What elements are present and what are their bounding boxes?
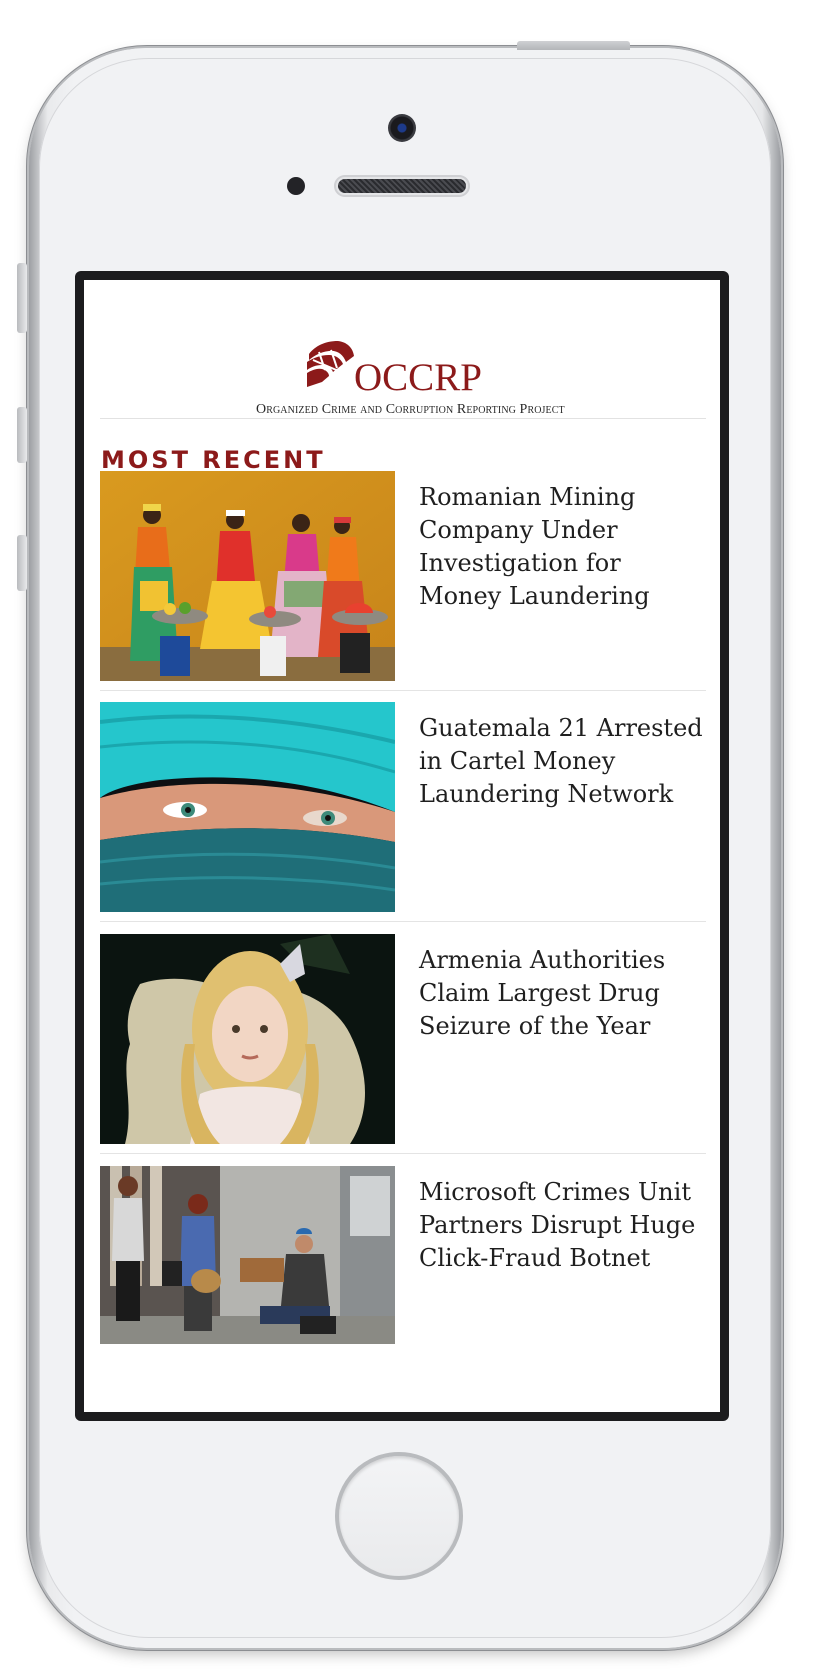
site-logo[interactable]: OCCRP Organized Crime and Corruption Rep… — [84, 340, 720, 420]
article-divider — [100, 690, 706, 691]
article-item[interactable]: Romanian Mining Company Under Investigat… — [100, 471, 706, 691]
women-with-fruit-image — [100, 471, 395, 681]
article-thumbnail[interactable] — [100, 471, 395, 681]
article-headline[interactable]: Guatemala 21 Arrested in Cartel Money La… — [419, 712, 709, 811]
article-thumbnail[interactable] — [100, 1166, 395, 1344]
front-camera-icon — [388, 114, 416, 142]
volume-up-button[interactable] — [17, 407, 27, 463]
header-divider — [100, 418, 706, 419]
article-item[interactable]: Guatemala 21 Arrested in Cartel Money La… — [100, 702, 706, 922]
article-thumbnail[interactable] — [100, 702, 395, 912]
proximity-sensor — [287, 177, 305, 195]
article-item[interactable]: Microsoft Crimes Unit Partners Disrupt H… — [100, 1166, 706, 1356]
section-title: MOST RECENT — [101, 446, 326, 474]
screen: OCCRP Organized Crime and Corruption Rep… — [84, 280, 720, 1412]
article-item[interactable]: Armenia Authorities Claim Largest Drug S… — [100, 934, 706, 1154]
street-scene-image — [100, 1166, 395, 1344]
globe-logo-icon — [307, 341, 354, 387]
article-headline[interactable]: Armenia Authorities Claim Largest Drug S… — [419, 944, 709, 1043]
article-thumbnail[interactable] — [100, 934, 395, 1144]
home-button[interactable] — [335, 1452, 463, 1580]
earpiece-speaker — [334, 175, 470, 197]
mute-switch[interactable] — [17, 263, 27, 333]
logo-tagline: Organized Crime and Corruption Reporting… — [256, 402, 565, 417]
girl-with-map-image — [100, 934, 395, 1144]
article-divider — [100, 921, 706, 922]
power-button[interactable] — [517, 41, 630, 50]
article-divider — [100, 1153, 706, 1154]
volume-down-button[interactable] — [17, 535, 27, 591]
article-headline[interactable]: Romanian Mining Company Under Investigat… — [419, 481, 709, 613]
logo-wordmark: OCCRP — [354, 356, 482, 399]
eyes-scarf-image — [100, 702, 395, 912]
article-headline[interactable]: Microsoft Crimes Unit Partners Disrupt H… — [419, 1176, 709, 1275]
